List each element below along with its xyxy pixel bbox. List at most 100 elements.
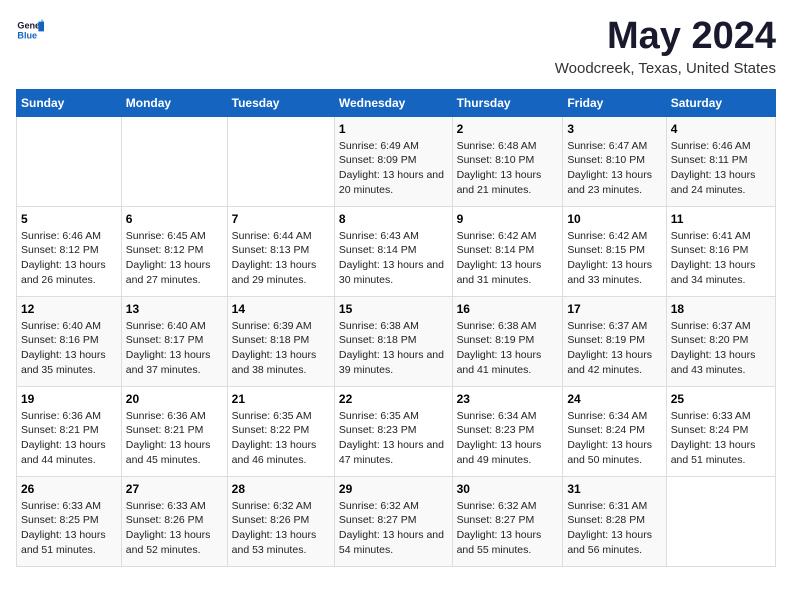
- calendar-cell: 28 Sunrise: 6:32 AMSunset: 8:26 PMDayligh…: [227, 476, 334, 566]
- calendar-cell: 3Sunrise: 6:47 AMSunset: 8:10 PMDaylight…: [563, 116, 666, 206]
- header-day-friday: Friday: [563, 89, 666, 116]
- day-info: Sunrise: 6:45 AMSunset: 8:12 PMDaylight:…: [126, 229, 223, 288]
- day-info: Sunrise: 6:42 AMSunset: 8:15 PMDaylight:…: [567, 229, 661, 288]
- calendar-week-1: 1 Sunrise: 6:49 AMSunset: 8:09 PMDaylight…: [17, 116, 776, 206]
- logo: General Blue: [16, 16, 44, 44]
- day-info: Sunrise: 6:46 AMSunset: 8:11 PMDaylight:…: [671, 139, 771, 198]
- day-info: Sunrise: 6:34 AMSunset: 8:23 PMDaylight:…: [457, 409, 559, 468]
- calendar-cell: 25 Sunrise: 6:33 AMSunset: 8:24 PMDayligh…: [666, 386, 775, 476]
- day-info: Sunrise: 6:32 AMSunset: 8:27 PMDaylight:…: [339, 499, 448, 558]
- calendar-week-4: 19 Sunrise: 6:36 AMSunset: 8:21 PMDayligh…: [17, 386, 776, 476]
- day-info: Sunrise: 6:40 AMSunset: 8:17 PMDaylight:…: [126, 319, 223, 378]
- svg-text:Blue: Blue: [17, 30, 37, 40]
- day-info: Sunrise: 6:37 AMSunset: 8:20 PMDaylight:…: [671, 319, 771, 378]
- calendar-header: SundayMondayTuesdayWednesdayThursdayFrid…: [17, 89, 776, 116]
- day-number: 28: [232, 482, 330, 496]
- day-number: 26: [21, 482, 117, 496]
- calendar-cell: [666, 476, 775, 566]
- day-info: Sunrise: 6:41 AMSunset: 8:16 PMDaylight:…: [671, 229, 771, 288]
- header-day-tuesday: Tuesday: [227, 89, 334, 116]
- day-info: Sunrise: 6:39 AMSunset: 8:18 PMDaylight:…: [232, 319, 330, 378]
- header-day-sunday: Sunday: [17, 89, 122, 116]
- calendar-cell: [17, 116, 122, 206]
- calendar-cell: 2 Sunrise: 6:48 AMSunset: 8:10 PMDaylight…: [452, 116, 563, 206]
- day-number: 13: [126, 302, 223, 316]
- day-number: 14: [232, 302, 330, 316]
- day-number: 23: [457, 392, 559, 406]
- calendar-week-5: 26Sunrise: 6:33 AMSunset: 8:25 PMDayligh…: [17, 476, 776, 566]
- calendar-cell: 21 Sunrise: 6:35 AMSunset: 8:22 PMDayligh…: [227, 386, 334, 476]
- calendar-body: 1 Sunrise: 6:49 AMSunset: 8:09 PMDaylight…: [17, 116, 776, 566]
- day-info: Sunrise: 6:33 AMSunset: 8:24 PMDaylight:…: [671, 409, 771, 468]
- day-number: 11: [671, 212, 771, 226]
- calendar-cell: 23 Sunrise: 6:34 AMSunset: 8:23 PMDayligh…: [452, 386, 563, 476]
- calendar-cell: 26Sunrise: 6:33 AMSunset: 8:25 PMDayligh…: [17, 476, 122, 566]
- day-info: Sunrise: 6:34 AMSunset: 8:24 PMDaylight:…: [567, 409, 661, 468]
- main-title: May 2024: [555, 16, 776, 58]
- calendar-cell: 7 Sunrise: 6:44 AMSunset: 8:13 PMDaylight…: [227, 206, 334, 296]
- day-number: 19: [21, 392, 117, 406]
- calendar-cell: 9Sunrise: 6:42 AMSunset: 8:14 PMDaylight…: [452, 206, 563, 296]
- calendar-cell: 15 Sunrise: 6:38 AMSunset: 8:18 PMDayligh…: [334, 296, 452, 386]
- day-number: 29: [339, 482, 448, 496]
- day-number: 4: [671, 122, 771, 136]
- day-info: Sunrise: 6:49 AMSunset: 8:09 PMDaylight:…: [339, 139, 448, 198]
- day-info: Sunrise: 6:36 AMSunset: 8:21 PMDaylight:…: [126, 409, 223, 468]
- day-number: 10: [567, 212, 661, 226]
- day-number: 30: [457, 482, 559, 496]
- day-info: Sunrise: 6:32 AMSunset: 8:26 PMDaylight:…: [232, 499, 330, 558]
- day-number: 1: [339, 122, 448, 136]
- day-info: Sunrise: 6:38 AMSunset: 8:18 PMDaylight:…: [339, 319, 448, 378]
- calendar-cell: 19 Sunrise: 6:36 AMSunset: 8:21 PMDayligh…: [17, 386, 122, 476]
- day-number: 12: [21, 302, 117, 316]
- day-info: Sunrise: 6:44 AMSunset: 8:13 PMDaylight:…: [232, 229, 330, 288]
- title-area: May 2024 Woodcreek, Texas, United States: [555, 16, 776, 77]
- day-info: Sunrise: 6:33 AMSunset: 8:26 PMDaylight:…: [126, 499, 223, 558]
- day-number: 31: [567, 482, 661, 496]
- day-info: Sunrise: 6:35 AMSunset: 8:22 PMDaylight:…: [232, 409, 330, 468]
- day-number: 21: [232, 392, 330, 406]
- calendar-cell: 16 Sunrise: 6:38 AMSunset: 8:19 PMDayligh…: [452, 296, 563, 386]
- day-number: 2: [457, 122, 559, 136]
- day-info: Sunrise: 6:36 AMSunset: 8:21 PMDaylight:…: [21, 409, 117, 468]
- day-number: 24: [567, 392, 661, 406]
- calendar-cell: 20Sunrise: 6:36 AMSunset: 8:21 PMDayligh…: [121, 386, 227, 476]
- calendar-cell: 6 Sunrise: 6:45 AMSunset: 8:12 PMDaylight…: [121, 206, 227, 296]
- calendar-cell: 27 Sunrise: 6:33 AMSunset: 8:26 PMDayligh…: [121, 476, 227, 566]
- calendar-cell: 31 Sunrise: 6:31 AMSunset: 8:28 PMDayligh…: [563, 476, 666, 566]
- subtitle: Woodcreek, Texas, United States: [555, 60, 776, 77]
- day-number: 18: [671, 302, 771, 316]
- day-number: 17: [567, 302, 661, 316]
- day-info: Sunrise: 6:43 AMSunset: 8:14 PMDaylight:…: [339, 229, 448, 288]
- day-info: Sunrise: 6:32 AMSunset: 8:27 PMDaylight:…: [457, 499, 559, 558]
- day-number: 25: [671, 392, 771, 406]
- calendar-cell: [121, 116, 227, 206]
- day-info: Sunrise: 6:42 AMSunset: 8:14 PMDaylight:…: [457, 229, 559, 288]
- day-number: 5: [21, 212, 117, 226]
- day-info: Sunrise: 6:46 AMSunset: 8:12 PMDaylight:…: [21, 229, 117, 288]
- calendar-cell: 14 Sunrise: 6:39 AMSunset: 8:18 PMDayligh…: [227, 296, 334, 386]
- calendar-cell: 30 Sunrise: 6:32 AMSunset: 8:27 PMDayligh…: [452, 476, 563, 566]
- day-info: Sunrise: 6:31 AMSunset: 8:28 PMDaylight:…: [567, 499, 661, 558]
- day-number: 7: [232, 212, 330, 226]
- calendar-cell: 17 Sunrise: 6:37 AMSunset: 8:19 PMDayligh…: [563, 296, 666, 386]
- day-number: 15: [339, 302, 448, 316]
- calendar-cell: 29 Sunrise: 6:32 AMSunset: 8:27 PMDayligh…: [334, 476, 452, 566]
- day-info: Sunrise: 6:38 AMSunset: 8:19 PMDaylight:…: [457, 319, 559, 378]
- header-day-wednesday: Wednesday: [334, 89, 452, 116]
- day-number: 6: [126, 212, 223, 226]
- day-number: 16: [457, 302, 559, 316]
- day-info: Sunrise: 6:48 AMSunset: 8:10 PMDaylight:…: [457, 139, 559, 198]
- day-number: 27: [126, 482, 223, 496]
- day-info: Sunrise: 6:40 AMSunset: 8:16 PMDaylight:…: [21, 319, 117, 378]
- header-day-thursday: Thursday: [452, 89, 563, 116]
- day-info: Sunrise: 6:37 AMSunset: 8:19 PMDaylight:…: [567, 319, 661, 378]
- day-number: 3: [567, 122, 661, 136]
- day-number: 8: [339, 212, 448, 226]
- calendar-cell: 24 Sunrise: 6:34 AMSunset: 8:24 PMDayligh…: [563, 386, 666, 476]
- day-info: Sunrise: 6:35 AMSunset: 8:23 PMDaylight:…: [339, 409, 448, 468]
- calendar-cell: 10 Sunrise: 6:42 AMSunset: 8:15 PMDayligh…: [563, 206, 666, 296]
- header-day-saturday: Saturday: [666, 89, 775, 116]
- calendar-cell: 12 Sunrise: 6:40 AMSunset: 8:16 PMDayligh…: [17, 296, 122, 386]
- calendar-cell: 13 Sunrise: 6:40 AMSunset: 8:17 PMDayligh…: [121, 296, 227, 386]
